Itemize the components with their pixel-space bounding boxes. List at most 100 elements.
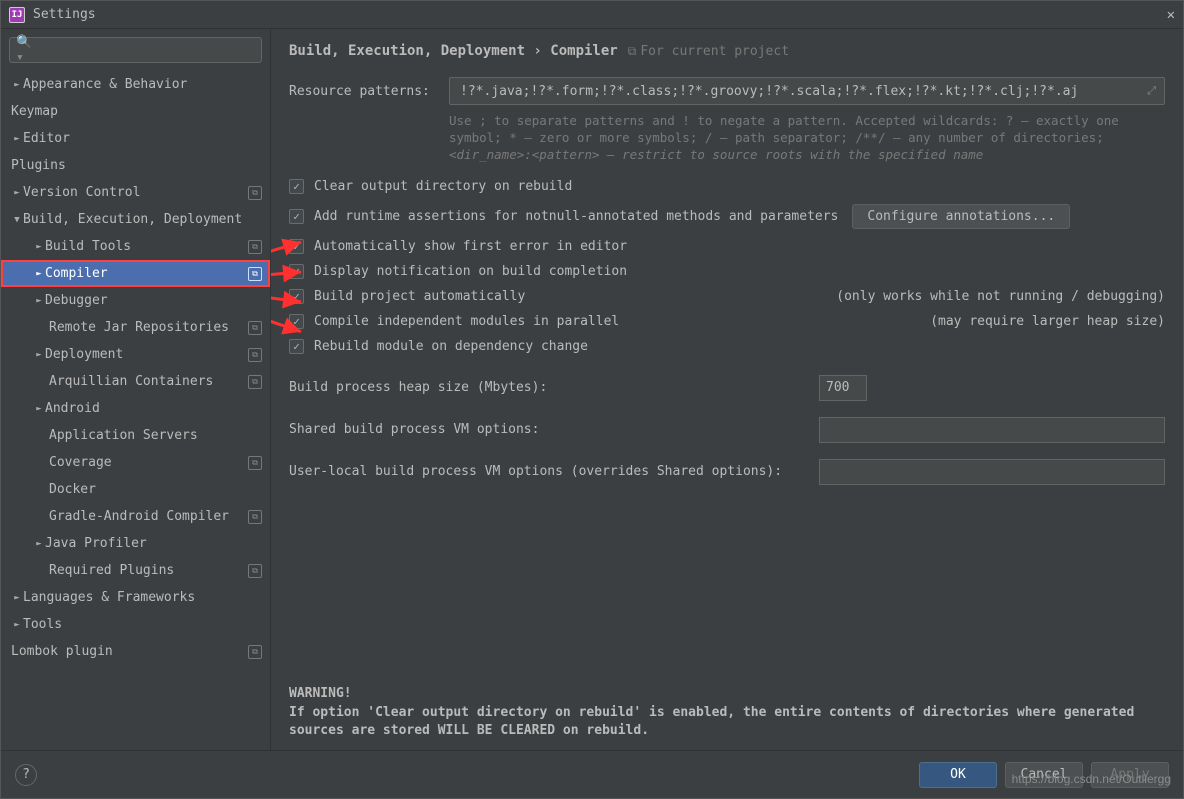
sidebar-item-build-tools[interactable]: ►Build Tools⧉: [1, 233, 270, 260]
caret-icon: ►: [11, 593, 23, 603]
sidebar-item-label: Arquillian Containers: [49, 374, 244, 389]
sidebar-item-keymap[interactable]: Keymap: [1, 98, 270, 125]
resource-patterns-help: Use ; to separate patterns and ! to nega…: [449, 113, 1165, 164]
sidebar-item-label: Appearance & Behavior: [23, 77, 262, 92]
parallel-checkbox[interactable]: [289, 314, 304, 329]
caret-icon: ►: [33, 242, 45, 252]
project-scope-icon: ⧉: [248, 564, 262, 578]
sidebar-item-label: Application Servers: [49, 428, 262, 443]
project-scope-icon: ⧉: [248, 510, 262, 524]
sidebar-item-label: Debugger: [45, 293, 262, 308]
caret-icon: ▼: [11, 215, 23, 225]
sidebar-item-version-control[interactable]: ►Version Control⧉: [1, 179, 270, 206]
project-scope-icon: ⧉: [248, 267, 262, 281]
window-title: Settings: [33, 7, 1167, 22]
ok-button[interactable]: OK: [919, 762, 997, 788]
sidebar-item-label: Required Plugins: [49, 563, 244, 578]
expand-icon[interactable]: ⤢: [1147, 84, 1156, 98]
project-scope-icon: ⧉: [248, 645, 262, 659]
sidebar-item-label: Editor: [23, 131, 262, 146]
sidebar-item-coverage[interactable]: Coverage ⧉: [1, 449, 270, 476]
resource-patterns-field[interactable]: ⤢: [449, 77, 1165, 105]
auto-error-label: Automatically show first error in editor: [314, 239, 627, 254]
project-scope-icon: ⧉: [248, 375, 262, 389]
shared-vm-label: Shared build process VM options:: [289, 422, 801, 437]
project-scope-icon: ⧉: [248, 240, 262, 254]
titlebar: IJ Settings ✕: [1, 1, 1183, 29]
caret-icon: ►: [33, 539, 45, 549]
sidebar-item-lombok-plugin[interactable]: Lombok plugin ⧉: [1, 638, 270, 665]
parallel-hint: (may require larger heap size): [930, 314, 1165, 329]
sidebar-item-docker[interactable]: Docker: [1, 476, 270, 503]
project-scope-icon: ⧉: [248, 186, 262, 200]
sidebar-item-deployment[interactable]: ►Deployment ⧉: [1, 341, 270, 368]
sidebar-item-label: Languages & Frameworks: [23, 590, 262, 605]
sidebar-item-label: Keymap: [11, 104, 262, 119]
clear-output-checkbox[interactable]: [289, 179, 304, 194]
project-scope-icon: ⧉: [248, 348, 262, 362]
app-icon: IJ: [9, 7, 25, 23]
close-icon[interactable]: ✕: [1167, 7, 1175, 23]
breadcrumb-path: Build, Execution, Deployment › Compiler: [289, 43, 618, 59]
sidebar-item-label: Docker: [49, 482, 262, 497]
caret-icon: ►: [11, 620, 23, 630]
notify-checkbox[interactable]: [289, 264, 304, 279]
sidebar-item-java-profiler[interactable]: ►Java Profiler: [1, 530, 270, 557]
parallel-label: Compile independent modules in parallel: [314, 314, 619, 329]
search-input[interactable]: [41, 42, 255, 59]
configure-annotations-button[interactable]: Configure annotations...: [852, 204, 1070, 229]
sidebar-item-remote-jar-repositories[interactable]: Remote Jar Repositories⧉: [1, 314, 270, 341]
sidebar-item-build-execution-deployment[interactable]: ▼Build, Execution, Deployment: [1, 206, 270, 233]
sidebar-item-label: Coverage: [49, 455, 244, 470]
caret-icon: ►: [33, 296, 45, 306]
sidebar-item-label: Deployment: [45, 347, 244, 362]
sidebar-item-label: Lombok plugin: [11, 644, 244, 659]
rebuild-checkbox[interactable]: [289, 339, 304, 354]
settings-panel: Build, Execution, Deployment › Compiler …: [271, 29, 1183, 750]
autobuild-label: Build project automatically: [314, 289, 525, 304]
caret-icon: ►: [33, 269, 45, 279]
sidebar-item-label: Java Profiler: [45, 536, 262, 551]
sidebar-item-label: Android: [45, 401, 262, 416]
sidebar-item-gradle-android-compiler[interactable]: Gradle-Android Compiler⧉: [1, 503, 270, 530]
sidebar-item-appearance-behavior[interactable]: ►Appearance & Behavior: [1, 71, 270, 98]
warning-block: WARNING! If option 'Clear output directo…: [289, 685, 1165, 740]
heap-size-input[interactable]: [819, 375, 867, 401]
sidebar-item-debugger[interactable]: ►Debugger: [1, 287, 270, 314]
sidebar-item-required-plugins[interactable]: Required Plugins ⧉: [1, 557, 270, 584]
caret-icon: ►: [11, 80, 23, 90]
caret-icon: ►: [33, 404, 45, 414]
sidebar-item-label: Plugins: [11, 158, 262, 173]
notnull-label: Add runtime assertions for notnull-annot…: [314, 209, 838, 224]
settings-sidebar: 🔍▾ ►Appearance & BehaviorKeymap►EditorPl…: [1, 29, 271, 750]
caret-icon: ►: [11, 134, 23, 144]
caret-icon: ►: [33, 350, 45, 360]
breadcrumb: Build, Execution, Deployment › Compiler …: [289, 43, 1165, 59]
sidebar-item-editor[interactable]: ►Editor: [1, 125, 270, 152]
autobuild-checkbox[interactable]: [289, 289, 304, 304]
breadcrumb-scope: For current project: [628, 44, 789, 59]
sidebar-item-android[interactable]: ►Android: [1, 395, 270, 422]
help-button[interactable]: ?: [15, 764, 37, 786]
shared-vm-input[interactable]: [819, 417, 1165, 443]
user-vm-input[interactable]: [819, 459, 1165, 485]
resource-patterns-input[interactable]: [458, 83, 1141, 100]
sidebar-item-arquillian-containers[interactable]: Arquillian Containers ⧉: [1, 368, 270, 395]
notify-label: Display notification on build completion: [314, 264, 627, 279]
sidebar-item-tools[interactable]: ►Tools: [1, 611, 270, 638]
dialog-footer: ? OK Cancel Apply: [1, 750, 1183, 798]
sidebar-item-plugins[interactable]: Plugins: [1, 152, 270, 179]
heap-size-label: Build process heap size (Mbytes):: [289, 380, 801, 395]
project-scope-icon: ⧉: [248, 456, 262, 470]
auto-error-checkbox[interactable]: [289, 239, 304, 254]
sidebar-item-label: Build, Execution, Deployment: [23, 212, 262, 227]
search-box[interactable]: 🔍▾: [9, 37, 262, 63]
autobuild-hint: (only works while not running / debuggin…: [836, 289, 1165, 304]
notnull-checkbox[interactable]: [289, 209, 304, 224]
sidebar-item-compiler[interactable]: ►Compiler⧉: [1, 260, 270, 287]
sidebar-item-application-servers[interactable]: Application Servers: [1, 422, 270, 449]
resource-patterns-label: Resource patterns:: [289, 84, 449, 99]
sidebar-item-label: Remote Jar Repositories: [49, 320, 244, 335]
sidebar-item-languages-frameworks[interactable]: ►Languages & Frameworks: [1, 584, 270, 611]
user-vm-label: User-local build process VM options (ove…: [289, 464, 801, 479]
